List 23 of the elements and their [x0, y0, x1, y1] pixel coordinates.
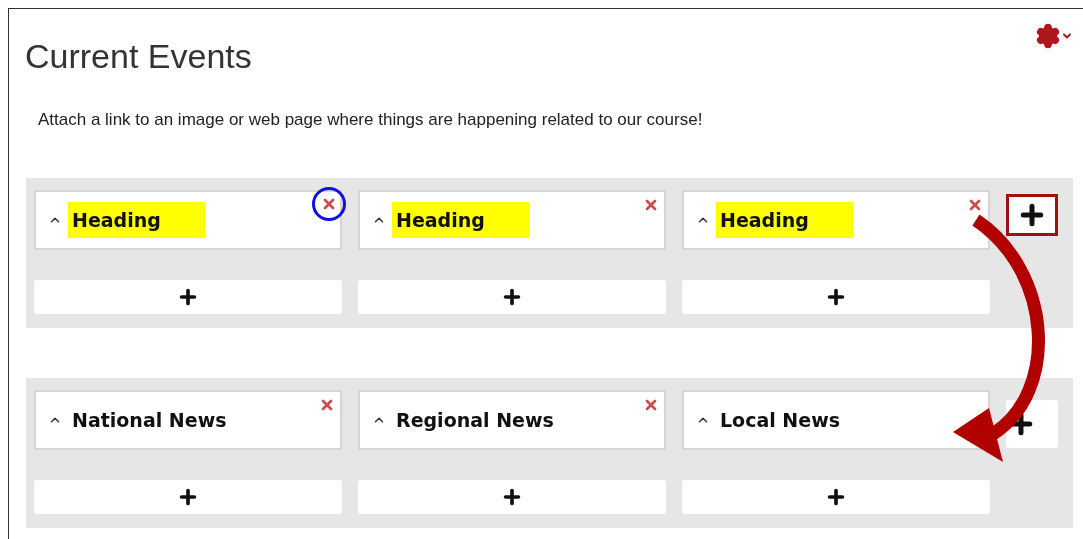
column-heading: National News: [71, 408, 228, 433]
description-text: Attach a link to an image or web page where things are happening related to our course!: [38, 110, 704, 130]
settings-menu-button[interactable]: [1035, 23, 1073, 49]
plus-icon: [177, 286, 199, 308]
close-icon: [643, 197, 659, 213]
column-heading: Heading: [68, 202, 205, 238]
delete-button[interactable]: [312, 187, 346, 221]
plus-icon: [501, 286, 523, 308]
settings-icon: [1035, 23, 1061, 49]
plus-icon: [501, 486, 523, 508]
plus-icon: [825, 486, 847, 508]
add-column-button[interactable]: [1006, 194, 1058, 236]
plus-icon: [177, 486, 199, 508]
column-heading: Heading: [392, 202, 529, 238]
close-icon: [319, 397, 335, 413]
close-icon: [643, 397, 659, 413]
column-heading: Local News: [719, 408, 842, 433]
close-icon: [967, 197, 983, 213]
column-heading: Heading: [716, 202, 853, 238]
close-icon: [321, 196, 337, 212]
column-heading: Regional News: [395, 408, 555, 433]
page-title: Current Events: [25, 37, 252, 76]
plus-icon: [825, 286, 847, 308]
